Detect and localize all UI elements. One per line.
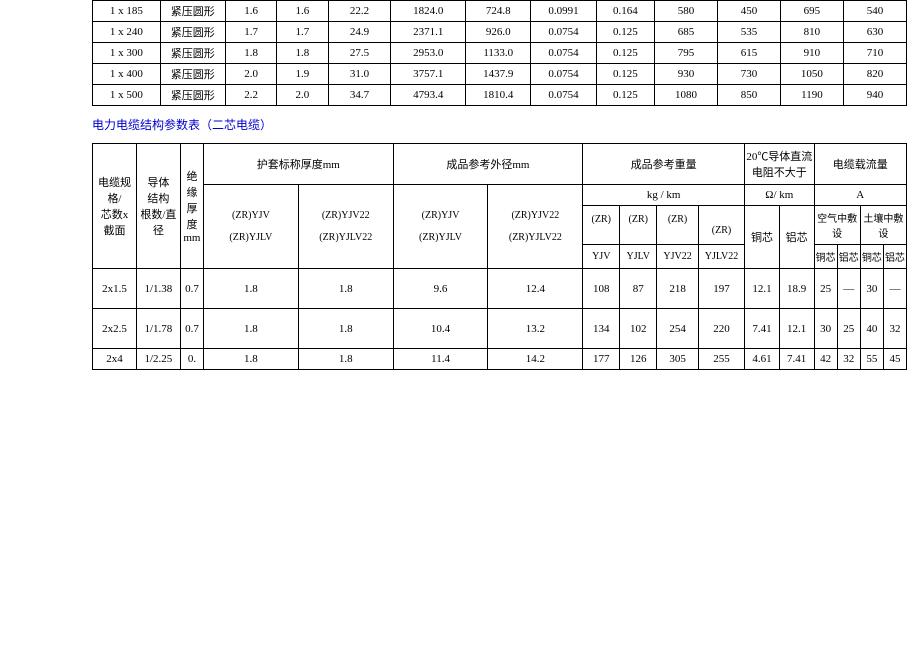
hdr-al2: 铝芯 xyxy=(837,245,860,269)
table-row: 2x41/2.250. 1.81.811.414.2 177126305255 … xyxy=(93,349,907,370)
hdr-cu3: 铜芯 xyxy=(860,245,883,269)
table-row: 2x1.51/1.380.7 1.81.89.612.4 10887218197… xyxy=(93,269,907,309)
table-row: 1 x 500紧压圆形2.22.034.74793.41810.40.07540… xyxy=(93,85,907,106)
hdr-zr: (ZR) xyxy=(583,206,620,245)
hdr-al: 铝芯 xyxy=(779,206,814,269)
hdr-weight: 成品参考重量 xyxy=(583,144,745,185)
hdr-conductor: 导体 结构 根数/直径 xyxy=(136,144,180,269)
hdr-w3: YJV22 xyxy=(657,245,699,269)
hdr-zr: (ZR) xyxy=(620,206,657,245)
hdr-cu: 铜芯 xyxy=(745,206,780,269)
table-continued: 1 x 185紧压圆形1.61.622.21824.0724.80.09910.… xyxy=(92,0,907,106)
hdr-prod-1: (ZR)YJV(ZR)YJLV xyxy=(204,185,299,269)
hdr-resistance: 20℃导体直流电阻不大于 xyxy=(745,144,814,185)
table-row: 1 x 400紧压圆形2.01.931.03757.11437.90.07540… xyxy=(93,64,907,85)
hdr-amp-unit: A xyxy=(814,185,907,206)
hdr-weight-unit: kg / km xyxy=(583,185,745,206)
hdr-insulation: 绝缘厚度 mm xyxy=(180,144,203,269)
header-row: (ZR)YJV(ZR)YJLV (ZR)YJV22(ZR)YJLV22 (ZR)… xyxy=(93,185,907,206)
table-row: 1 x 240紧压圆形1.71.724.92371.1926.00.07540.… xyxy=(93,22,907,43)
section-title: 电力电缆结构参数表（二芯电缆） xyxy=(92,116,908,133)
hdr-w1: YJV xyxy=(583,245,620,269)
hdr-al3: 铝芯 xyxy=(883,245,906,269)
hdr-air: 空气中敷设 xyxy=(814,206,860,245)
hdr-w4: YJLV22 xyxy=(698,245,744,269)
hdr-soil: 土壤中敷设 xyxy=(860,206,906,245)
hdr-res-unit: Ω/ km xyxy=(745,185,814,206)
hdr-sheath: 护套标称厚度mm xyxy=(204,144,394,185)
hdr-prod-3: (ZR)YJV(ZR)YJLV xyxy=(393,185,488,269)
hdr-ampacity: 电缆载流量 xyxy=(814,144,907,185)
hdr-w2: YJLV xyxy=(620,245,657,269)
hdr-prod-2: (ZR)YJV22(ZR)YJLV22 xyxy=(298,185,393,269)
table-row: 2x2.51/1.780.7 1.81.810.413.2 1341022542… xyxy=(93,309,907,349)
hdr-diameter: 成品参考外径mm xyxy=(393,144,583,185)
hdr-cu2: 铜芯 xyxy=(814,245,837,269)
header-row: 电缆规格/ 芯数x 截面 导体 结构 根数/直径 绝缘厚度 mm 护套标称厚度m… xyxy=(93,144,907,185)
hdr-zr: (ZR) xyxy=(698,206,744,245)
hdr-prod-4: (ZR)YJV22(ZR)YJLV22 xyxy=(488,185,583,269)
hdr-spec: 电缆规格/ 芯数x 截面 xyxy=(93,144,137,269)
table-two-core-cable: 电缆规格/ 芯数x 截面 导体 结构 根数/直径 绝缘厚度 mm 护套标称厚度m… xyxy=(92,143,907,370)
hdr-zr: (ZR) xyxy=(657,206,699,245)
table-row: 1 x 300紧压圆形1.81.827.52953.01133.00.07540… xyxy=(93,43,907,64)
table-row: 1 x 185紧压圆形1.61.622.21824.0724.80.09910.… xyxy=(93,1,907,22)
